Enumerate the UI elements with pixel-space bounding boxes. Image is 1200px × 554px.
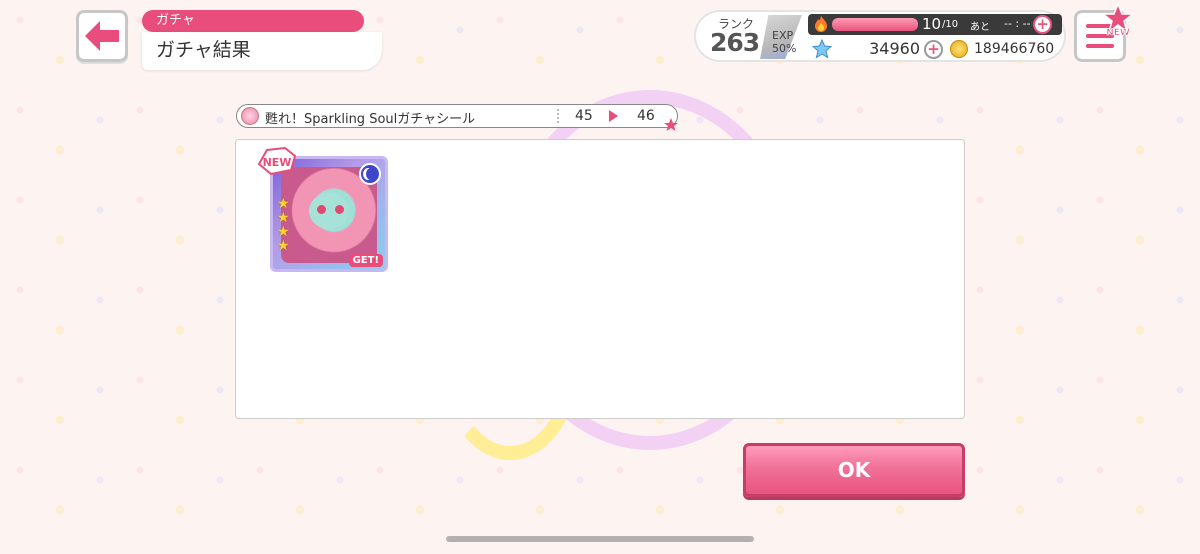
stamina-bar: 10 /10 あと -- : -- (808, 14, 1062, 35)
moon-icon (359, 163, 381, 185)
divider (557, 109, 559, 123)
new-notification-icon: NEW (1100, 2, 1136, 38)
player-status-panel: ランク 263 EXP 50% 10 /10 あと -- : -- + 3496… (694, 10, 1066, 62)
gacha-count-after: 46 (637, 108, 655, 124)
rarity-star-icon: ★ (277, 210, 290, 226)
gacha-name: 甦れ！Sparkling Soulガチャシール (265, 112, 476, 127)
page-title: ガチャ結果 (142, 32, 382, 70)
card-eye (335, 205, 344, 214)
exp-label: EXP (772, 29, 794, 42)
add-stamina-button[interactable]: + (1033, 15, 1052, 34)
gacha-seal-icon (241, 107, 259, 125)
gacha-result-panel: ★ ★ ★ ★ GET! (235, 139, 965, 419)
corner-star-icon (664, 118, 678, 131)
stamina-fill (832, 18, 918, 31)
rarity-star-icon: ★ (277, 224, 290, 240)
star-gem-icon (812, 39, 832, 59)
menu-icon-bar (1086, 44, 1114, 48)
stamina-max: /10 (942, 19, 959, 30)
stamina-current: 10 (922, 15, 942, 33)
header-category: ガチャ (142, 10, 364, 32)
coin-count: 189466760 (974, 41, 1055, 57)
rarity-star-icon: ★ (277, 196, 290, 212)
page-header: ガチャ ガチャ結果 (142, 10, 382, 70)
rank-value: 263 (710, 28, 760, 57)
stamina-timer: -- : -- (1004, 17, 1031, 30)
new-card-badge-text: NEW (263, 156, 292, 169)
coin-icon (950, 40, 968, 58)
back-arrow-icon (85, 21, 119, 51)
rarity-stars: ★ ★ ★ ★ (277, 197, 293, 253)
fire-icon (815, 16, 827, 32)
new-card-badge: NEW (257, 146, 297, 176)
new-badge-text: NEW (1106, 28, 1130, 38)
gacha-info-bar: 甦れ！Sparkling Soulガチャシール 45 46 (236, 104, 678, 128)
star-gem-count: 34960 (869, 39, 920, 58)
ok-button[interactable]: OK (743, 443, 965, 497)
add-star-gem-button[interactable]: + (924, 40, 943, 59)
get-label: GET! (348, 254, 383, 267)
arrow-right-icon (609, 110, 618, 122)
card-eye (317, 205, 326, 214)
home-indicator[interactable] (446, 536, 754, 542)
stamina-remaining-label: あと (970, 22, 990, 33)
exp-percent: 50% (772, 42, 797, 55)
rarity-star-icon: ★ (277, 238, 290, 254)
back-button[interactable] (76, 10, 128, 62)
gacha-count-before: 45 (575, 108, 593, 124)
